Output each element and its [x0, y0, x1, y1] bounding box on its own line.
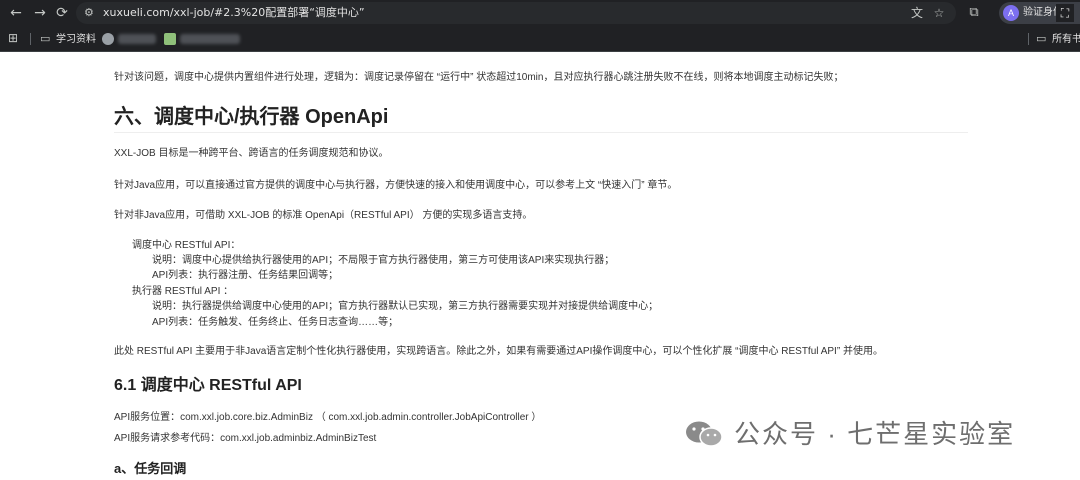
all-bookmarks-folder[interactable]: ▭ 所有书签: [1036, 26, 1080, 52]
list-subitem: 说明：调度中心提供给执行器使用的API；不局限于官方执行器使用，第三方可使用该A…: [152, 255, 615, 266]
browser-toolbar: ← → ⟳ ⚙ xuxueli.com/xxl-job/#2.3%20配置部署“…: [0, 0, 1080, 26]
list-item-executor-api: 执行器 RESTful API ：: [132, 286, 234, 297]
translate-icon[interactable]: 文: [908, 3, 926, 23]
site-settings-icon[interactable]: ⚙: [84, 4, 100, 22]
list-subitem: API列表：执行器注册、任务结果回调等；: [152, 270, 339, 281]
list-item-admin-api: 调度中心 RESTful API：: [132, 240, 241, 251]
avatar: A: [1003, 5, 1019, 21]
section-divider: [114, 132, 968, 133]
wechat-icon: [686, 421, 723, 447]
reload-icon[interactable]: ⟳: [52, 3, 72, 23]
sub-subsection-title: a、任务回调: [114, 461, 187, 476]
folder-icon: ▭: [1036, 32, 1047, 45]
blurred-bookmark[interactable]: [180, 34, 240, 44]
address-bar[interactable]: ⚙ xuxueli.com/xxl-job/#2.3%20配置部署“调度中心” …: [76, 2, 956, 24]
url-text[interactable]: xuxueli.com/xxl-job/#2.3%20配置部署“调度中心”: [103, 2, 365, 24]
blurred-bookmark[interactable]: [118, 34, 156, 44]
forward-arrow-icon[interactable]: →: [30, 3, 50, 23]
watermark-text: 公众号 · 七芒星实验室: [734, 419, 1016, 449]
paragraph-non-java: 针对非Java应用，可借助 XXL-JOB 的标准 OpenApi（RESTfu…: [114, 210, 533, 221]
all-bookmarks-label: 所有书签: [1052, 34, 1080, 45]
list-subitem: 说明：执行器提供给调度中心使用的API；官方执行器默认已实现，第三方执行器需要实…: [152, 301, 659, 312]
paragraph-api-sample: API服务请求参考代码：com.xxl.job.adminbiz.AdminBi…: [114, 433, 377, 444]
bookmark-favicon[interactable]: [164, 33, 176, 45]
paragraph-java: 针对Java应用，可以直接通过官方提供的调度中心与执行器，方便快速的接入和使用调…: [114, 180, 678, 191]
apps-grid-icon[interactable]: ⊞: [8, 31, 22, 45]
paragraph-api-location: API服务位置：com.xxl.job.core.biz.AdminBiz （ …: [114, 412, 542, 423]
bookmark-label: 学习资料: [56, 34, 96, 45]
subsection-title: 6.1 调度中心 RESTful API: [114, 377, 302, 394]
folder-icon: ▭: [40, 32, 51, 45]
extensions-icon[interactable]: ⧉: [964, 3, 984, 23]
bookmarks-divider: [1028, 33, 1029, 45]
bookmark-star-icon[interactable]: ☆: [930, 3, 948, 23]
list-subitem: API列表：任务触发、任务终止、任务日志查询……等；: [152, 317, 399, 328]
bookmark-folder-study[interactable]: ▭ 学习资料: [40, 26, 96, 52]
back-arrow-icon[interactable]: ←: [6, 3, 26, 23]
bookmarks-bar: ⊞ ▭ 学习资料 ▭ 所有书签: [0, 26, 1080, 52]
screenshot-icon[interactable]: ⛶: [1056, 4, 1074, 22]
bookmark-favicon[interactable]: [102, 33, 114, 45]
paragraph-goal: XXL-JOB 目标是一种跨平台、跨语言的任务调度规范和协议。: [114, 148, 389, 159]
bookmarks-divider: [30, 33, 31, 45]
intro-paragraph: 针对该问题，调度中心提供内置组件进行处理，逻辑为：调度记录停留在 “运行中” 状…: [114, 72, 844, 83]
section-title: 六、调度中心/执行器 OpenApi: [114, 106, 389, 128]
paragraph-restful-usage: 此处 RESTful API 主要用于非Java语言定制个性化执行器使用，实现跨…: [114, 346, 883, 357]
